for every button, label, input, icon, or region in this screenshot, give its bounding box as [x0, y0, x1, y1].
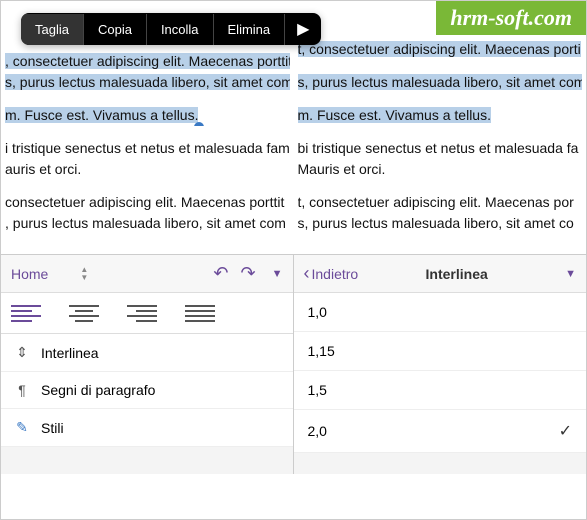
- alignment-row: [1, 293, 293, 334]
- panel-header: Home ▲▼ ↶ ↷ ▼: [1, 255, 293, 293]
- tab-home[interactable]: Home: [11, 266, 48, 282]
- text-line[interactable]: bi tristique senectus et netus et malesu…: [298, 138, 583, 159]
- context-menu: Taglia Copia Incolla Elimina ▶: [21, 13, 321, 45]
- menu-delete[interactable]: Elimina: [214, 14, 286, 45]
- menu-cut[interactable]: Taglia: [21, 14, 84, 45]
- text-selected[interactable]: , consectetuer adipiscing elit. Maecenas…: [5, 53, 290, 69]
- dropdown-icon[interactable]: ▼: [272, 268, 283, 280]
- format-list: ⇕ Interlinea ¶ Segni di paragrafo ✎ Stil…: [1, 334, 293, 447]
- text-line[interactable]: i tristique senectus et netus et malesua…: [5, 138, 290, 159]
- chevron-left-icon: ‹: [304, 263, 310, 284]
- format-label: Stili: [41, 420, 64, 436]
- panel-header: ‹ Indietro Interlinea ▼: [294, 255, 587, 293]
- option-1-5[interactable]: 1,5: [294, 371, 587, 410]
- tab-stepper-icon[interactable]: ▲▼: [80, 266, 88, 282]
- text-line[interactable]: Mauris et orci.: [298, 159, 583, 180]
- align-right-button[interactable]: [127, 301, 157, 325]
- doc-right-column[interactable]: t, consectetuer adipiscing elit. Maecena…: [294, 1, 587, 254]
- styles-icon: ✎: [13, 419, 31, 436]
- option-1-0[interactable]: 1,0: [294, 293, 587, 332]
- text-line[interactable]: consectetuer adipiscing elit. Maecenas p…: [5, 192, 290, 213]
- paragraph-icon: ¶: [13, 382, 31, 398]
- menu-more-icon[interactable]: ▶: [285, 13, 321, 45]
- text-selected[interactable]: t, consectetuer adipiscing elit. Maecena…: [298, 41, 581, 57]
- text-selected[interactable]: s, purus lectus malesuada libero, sit am…: [298, 74, 583, 90]
- dropdown-icon[interactable]: ▼: [565, 268, 576, 280]
- menu-copy[interactable]: Copia: [84, 14, 147, 45]
- format-item-paragrafo[interactable]: ¶ Segni di paragrafo: [1, 372, 293, 409]
- format-label: Interlinea: [41, 345, 99, 361]
- back-label: Indietro: [312, 266, 359, 282]
- undo-icon[interactable]: ↶: [213, 263, 228, 284]
- option-label: 1,5: [308, 382, 327, 398]
- align-justify-button[interactable]: [185, 301, 215, 325]
- watermark-badge: hrm-soft.com: [436, 1, 586, 35]
- text-line[interactable]: auris et orci.: [5, 159, 290, 180]
- option-label: 1,0: [308, 304, 327, 320]
- text-line[interactable]: , purus lectus malesuada libero, sit ame…: [5, 213, 290, 234]
- format-item-interlinea[interactable]: ⇕ Interlinea: [1, 334, 293, 372]
- panel-title: Interlinea: [358, 266, 555, 282]
- option-1-15[interactable]: 1,15: [294, 332, 587, 371]
- text-selected[interactable]: m. Fusce est. Vivamus a tellus.: [5, 107, 198, 123]
- format-label: Segni di paragrafo: [41, 382, 155, 398]
- option-2-0[interactable]: 2,0 ✓: [294, 410, 587, 453]
- align-left-button[interactable]: [11, 301, 41, 325]
- text-line[interactable]: s, purus lectus malesuada libero, sit am…: [298, 213, 583, 234]
- bottom-panels: Home ▲▼ ↶ ↷ ▼ ⇕ Interlinea ¶ Segni di pa…: [1, 254, 586, 474]
- align-center-button[interactable]: [69, 301, 99, 325]
- line-spacing-icon: ⇕: [13, 344, 31, 361]
- option-label: 2,0: [308, 423, 327, 439]
- text-selected[interactable]: s, purus lectus malesuada libero, sit am…: [5, 74, 290, 90]
- interlinea-panel-right: ‹ Indietro Interlinea ▼ 1,0 1,15 1,5 2,0…: [294, 255, 587, 474]
- back-button[interactable]: ‹ Indietro: [304, 263, 359, 284]
- format-panel-left: Home ▲▼ ↶ ↷ ▼ ⇕ Interlinea ¶ Segni di pa…: [1, 255, 294, 474]
- menu-paste[interactable]: Incolla: [147, 14, 214, 45]
- option-label: 1,15: [308, 343, 335, 359]
- check-icon: ✓: [559, 421, 572, 441]
- selection-handle-icon[interactable]: [194, 122, 204, 126]
- text-line[interactable]: t, consectetuer adipiscing elit. Maecena…: [298, 192, 583, 213]
- text-selected[interactable]: m. Fusce est. Vivamus a tellus.: [298, 107, 491, 123]
- interlinea-options: 1,0 1,15 1,5 2,0 ✓: [294, 293, 587, 453]
- redo-icon[interactable]: ↷: [241, 263, 256, 284]
- format-item-stili[interactable]: ✎ Stili: [1, 409, 293, 447]
